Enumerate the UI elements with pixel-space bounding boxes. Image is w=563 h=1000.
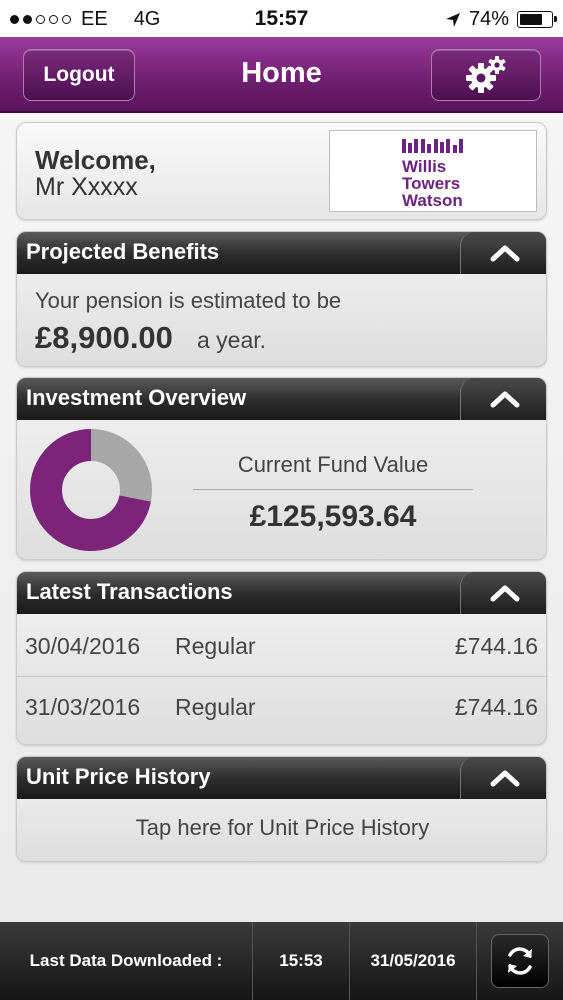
status-bar: EE 4G 15:57 74%	[0, 0, 563, 37]
investment-overview-card[interactable]: Investment Overview Current Fund Value £…	[16, 377, 547, 560]
welcome-card: Welcome, Mr Xxxxx Willis Towers Watson	[16, 122, 547, 220]
card-header: Investment Overview	[17, 378, 546, 420]
fund-donut-chart	[30, 429, 152, 551]
transaction-type: Regular	[175, 633, 256, 659]
card-header: Projected Benefits	[17, 232, 546, 274]
battery-level	[520, 14, 543, 25]
latest-transactions-card[interactable]: Latest Transactions 30/04/2016 Regular £…	[16, 571, 547, 745]
last-downloaded-date: 31/05/2016	[350, 922, 477, 1000]
logo-line: Towers	[402, 174, 461, 193]
card-title: Latest Transactions	[26, 579, 233, 604]
bottom-bar: Last Data Downloaded : 15:53 31/05/2016	[0, 922, 563, 1000]
transaction-date: 31/03/2016	[25, 694, 141, 720]
welcome-greeting: Welcome,	[35, 145, 156, 175]
logo-line: Willis	[402, 157, 447, 176]
pension-estimate-text: Your pension is estimated to be	[35, 288, 342, 313]
collapse-button[interactable]	[460, 378, 546, 420]
last-downloaded-label: Last Data Downloaded :	[0, 922, 253, 1000]
gear-icon	[466, 56, 506, 93]
refresh-button[interactable]	[491, 934, 549, 988]
unit-price-history-card[interactable]: Unit Price History Tap here for Unit Pri…	[16, 756, 547, 862]
chevron-up-icon	[490, 245, 519, 262]
collapse-button[interactable]	[460, 572, 546, 614]
battery-icon	[517, 11, 557, 28]
collapse-button[interactable]	[460, 757, 546, 799]
logo-text: Willis Towers Watson	[402, 158, 463, 209]
card-title: Unit Price History	[26, 764, 211, 789]
fund-value-label: Current Fund Value	[237, 452, 429, 477]
transaction-type: Regular	[175, 694, 256, 720]
transaction-row[interactable]: 30/04/2016 Regular £744.16	[17, 617, 546, 677]
status-right: 74%	[445, 8, 557, 31]
chevron-up-icon	[490, 770, 519, 787]
transaction-amount: £744.16	[454, 633, 538, 659]
location-arrow-icon	[445, 12, 460, 27]
card-header: Unit Price History	[17, 757, 546, 799]
settings-button[interactable]	[431, 49, 541, 101]
transaction-row[interactable]: 31/03/2016 Regular £744.16	[17, 678, 546, 738]
last-downloaded-time: 15:53	[253, 922, 350, 1000]
unit-price-history-link[interactable]: Tap here for Unit Price History	[17, 815, 546, 841]
transaction-amount: £744.16	[454, 694, 538, 720]
battery-percent: 74%	[468, 8, 509, 30]
chevron-up-icon	[490, 585, 519, 602]
company-logo: Willis Towers Watson	[329, 130, 537, 212]
pension-amount: £8,900.00	[35, 320, 173, 355]
fund-value: £125,593.64	[249, 500, 417, 533]
user-name: Mr Xxxxx	[35, 173, 138, 201]
logo-line: Watson	[402, 191, 463, 210]
nav-bar: Logout Home	[0, 37, 563, 113]
divider	[193, 489, 473, 490]
collapse-button[interactable]	[460, 232, 546, 274]
transaction-date: 30/04/2016	[25, 633, 141, 659]
chevron-up-icon	[490, 391, 519, 408]
card-title: Projected Benefits	[26, 239, 220, 264]
logo-mark-icon	[402, 139, 463, 153]
projected-benefits-card[interactable]: Projected Benefits Your pension is estim…	[16, 231, 547, 367]
card-title: Investment Overview	[26, 385, 247, 410]
pension-period: a year.	[197, 327, 267, 353]
card-header: Latest Transactions	[17, 572, 546, 614]
refresh-icon	[508, 947, 532, 975]
